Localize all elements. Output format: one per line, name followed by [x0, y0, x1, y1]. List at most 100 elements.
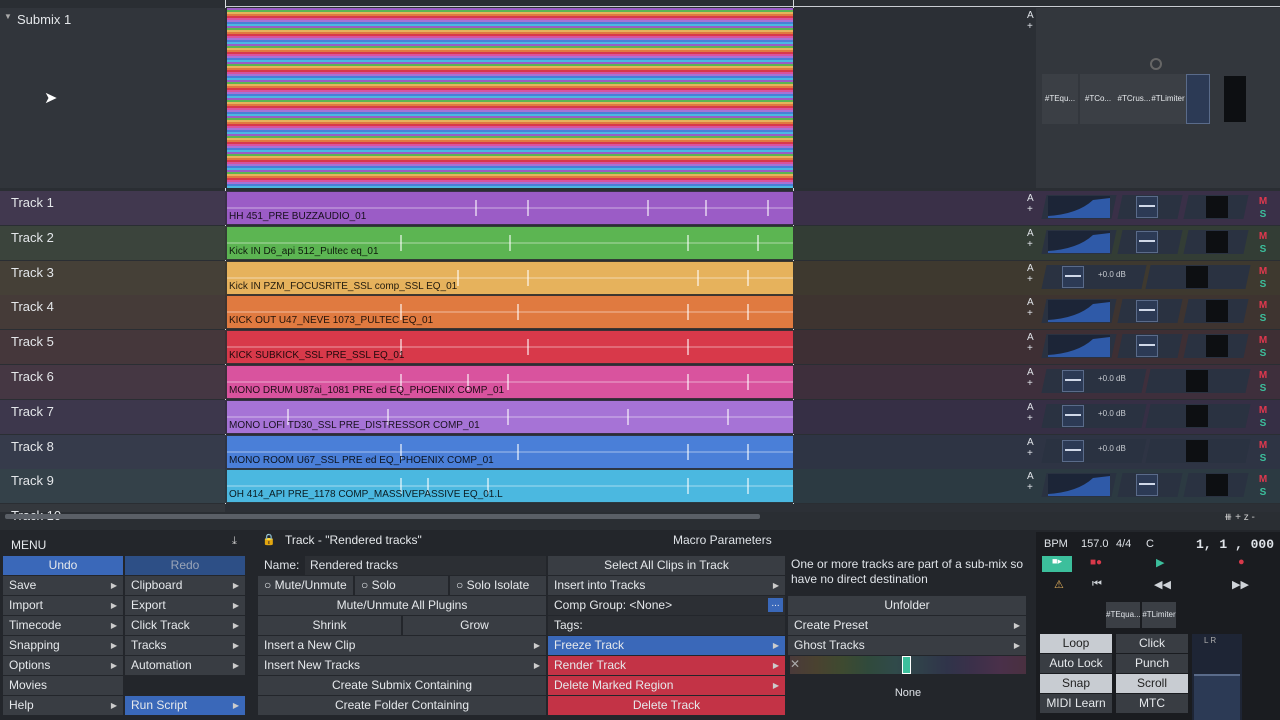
select-all-clips-button[interactable]: Select All Clips in Track — [548, 556, 785, 575]
plugin-strip[interactable] — [1040, 193, 1254, 221]
audio-clip[interactable]: MONO ROOM U67_SSL PRE ed EQ_PHOENIX COMP… — [227, 435, 793, 468]
track-header[interactable]: Track 3 — [0, 260, 225, 295]
track-row[interactable]: Track 5 KICK SUBKICK_SSL PRE_SSL EQ_01 A + M… — [0, 330, 1280, 365]
solo-button[interactable]: S — [1254, 278, 1272, 291]
audio-clip[interactable]: MONO LOFI TD30_SSL PRE_DISTRESSOR COMP_0… — [227, 400, 793, 433]
punch-button[interactable]: Punch — [1116, 654, 1188, 673]
grow-button[interactable]: Grow — [403, 616, 546, 635]
horizontal-scrollbar[interactable] — [5, 514, 760, 519]
track-header[interactable]: Track 1 — [0, 191, 225, 225]
mtc-button[interactable]: MTC — [1116, 694, 1188, 713]
volume-fader[interactable] — [1062, 439, 1084, 462]
volume-fader[interactable] — [1136, 300, 1158, 323]
audio-clip[interactable]: OH 414_API PRE_1178 COMP_MASSIVEPASSIVE … — [227, 470, 793, 503]
mute-button[interactable]: M — [1254, 334, 1272, 347]
delete-track-button[interactable]: Delete Track — [548, 696, 785, 715]
mute-solo-buttons[interactable]: MS — [1254, 439, 1272, 465]
plugin-strip[interactable]: +0.0 dB — [1040, 402, 1254, 430]
track-header[interactable]: Track 7 — [0, 399, 225, 434]
automation-button[interactable]: A + — [1027, 437, 1034, 459]
volume-fader[interactable] — [1062, 404, 1084, 427]
macro-parameters-tab[interactable]: Macro Parameters — [673, 533, 772, 547]
track-header[interactable]: Track 2 — [0, 225, 225, 260]
menu-item-clipboard[interactable]: Clipboard ▶ — [125, 576, 245, 595]
automation-button[interactable]: A + — [1027, 263, 1034, 285]
mute-solo-buttons[interactable]: MS — [1254, 230, 1272, 256]
mute-button[interactable]: M — [1254, 369, 1272, 382]
volume-fader[interactable] — [1062, 265, 1084, 288]
menu-item-export[interactable]: Export ▶ — [125, 596, 245, 615]
zoom-controls[interactable]: ⧻ + z - — [1224, 512, 1255, 523]
create-folder-button[interactable]: Create Folder Containing — [258, 696, 546, 715]
solo-button[interactable]: S — [1254, 452, 1272, 465]
volume-fader[interactable] — [1136, 335, 1158, 358]
submix-track[interactable]: ▼ Submix 1 ➤ A + #TEqu... #TCo... #TCrus.… — [0, 8, 1280, 188]
solo-button[interactable]: S — [1254, 382, 1272, 395]
color-picker-selection[interactable] — [902, 656, 911, 674]
position-display[interactable]: 1, 1 , 000 — [1196, 537, 1274, 552]
submix-volume-fader[interactable] — [1186, 74, 1210, 124]
audio-clip[interactable]: HH 451_PRE BUZZAUDIO_01 — [227, 192, 793, 224]
menu-item-timecode[interactable]: Timecode ▶ — [3, 616, 123, 635]
solo-button[interactable]: S — [1254, 486, 1272, 499]
rewind-button[interactable]: ◀◀ — [1154, 578, 1171, 591]
track-header[interactable]: Track 10 — [0, 504, 225, 523]
play-button[interactable]: ▶ — [1156, 556, 1164, 569]
track-row[interactable]: Track 6 MONO DRUM U87ai_1081 PRE ed EQ_PH… — [0, 365, 1280, 399]
record-arm-icon[interactable]: ■● — [1090, 557, 1102, 568]
track-row[interactable]: Track 10 — [0, 504, 1280, 523]
plugin-strip[interactable] — [1040, 332, 1254, 360]
eq-curve-icon[interactable] — [1048, 196, 1110, 218]
mute-button[interactable]: M — [1254, 439, 1272, 452]
time-signature[interactable]: 4/4 — [1116, 538, 1131, 550]
submix-auto-button[interactable]: A + — [1027, 10, 1034, 32]
audio-clip[interactable]: KICK OUT U47_NEVE 1073_PULTEC EQ_01 — [227, 296, 793, 329]
tags-field[interactable]: Tags: — [548, 616, 785, 635]
mute-button[interactable]: M — [1254, 404, 1272, 417]
solo-button[interactable]: S — [1254, 417, 1272, 430]
scroll-button[interactable]: Scroll — [1116, 674, 1188, 693]
create-preset-button[interactable]: Create Preset ▶ — [788, 616, 1026, 635]
shrink-button[interactable]: Shrink — [258, 616, 401, 635]
freeze-track-button[interactable]: Freeze Track ▶ — [548, 636, 785, 655]
download-icon[interactable]: ⤓ — [232, 535, 237, 548]
collapse-arrow-icon[interactable]: ▼ — [4, 12, 12, 21]
mute-button[interactable]: M — [1254, 230, 1272, 243]
solo-toggle[interactable]: ○ Solo — [355, 576, 448, 595]
menu-item-snapping[interactable]: Snapping ▶ — [3, 636, 123, 655]
ghost-tracks-button[interactable]: Ghost Tracks ▶ — [788, 636, 1026, 655]
volume-fader[interactable] — [1062, 370, 1084, 392]
submix-plugin-3[interactable]: #TCrus... — [1116, 74, 1152, 124]
plugin-strip[interactable] — [1040, 471, 1254, 499]
plugin-slot[interactable] — [1041, 438, 1147, 463]
unfolder-button[interactable]: Unfolder — [788, 596, 1026, 615]
master-plugin-1[interactable]: #TEqua... — [1106, 602, 1141, 628]
solo-button[interactable]: S — [1254, 243, 1272, 256]
record-mode-button[interactable]: ■▸ — [1042, 556, 1072, 572]
track-header[interactable]: Track 5 — [0, 330, 225, 365]
menu-item-tracks[interactable]: Tracks ▶ — [125, 636, 245, 655]
plugin-slot[interactable] — [1041, 403, 1147, 428]
audio-clip[interactable]: Kick IN PZM_FOCUSRITE_SSL comp_SSL EQ_01 — [227, 261, 793, 294]
plugin-slot[interactable] — [1041, 369, 1147, 393]
menu-item-run-script[interactable]: Run Script ▶ — [125, 696, 245, 715]
solo-button[interactable]: S — [1254, 347, 1272, 360]
mute-button[interactable]: M — [1254, 473, 1272, 486]
automation-button[interactable]: A + — [1027, 228, 1034, 250]
submix-rainbow-clip[interactable] — [227, 8, 793, 188]
create-submix-button[interactable]: Create Submix Containing — [258, 676, 546, 695]
eq-curve-icon[interactable] — [1048, 230, 1110, 253]
track-header[interactable]: Track 9 — [0, 469, 225, 504]
mute-button[interactable]: M — [1254, 265, 1272, 278]
mute-toggle[interactable]: ○ Mute/Unmute — [258, 576, 353, 595]
comp-group-field[interactable]: Comp Group: <None> — [548, 596, 785, 615]
automation-button[interactable]: A + — [1027, 297, 1034, 319]
submix-header[interactable]: ▼ Submix 1 ➤ — [0, 8, 225, 188]
skip-to-start-button[interactable]: ⏮ — [1092, 578, 1102, 591]
mute-solo-buttons[interactable]: MS — [1254, 195, 1272, 221]
mute-all-plugins-button[interactable]: Mute/Unmute All Plugins — [258, 596, 546, 615]
record-button[interactable]: ● — [1238, 556, 1245, 568]
audio-clip[interactable]: KICK SUBKICK_SSL PRE_SSL EQ_01 — [227, 331, 793, 364]
knob-icon[interactable] — [1150, 58, 1162, 70]
track-header[interactable]: Track 4 — [0, 295, 225, 330]
